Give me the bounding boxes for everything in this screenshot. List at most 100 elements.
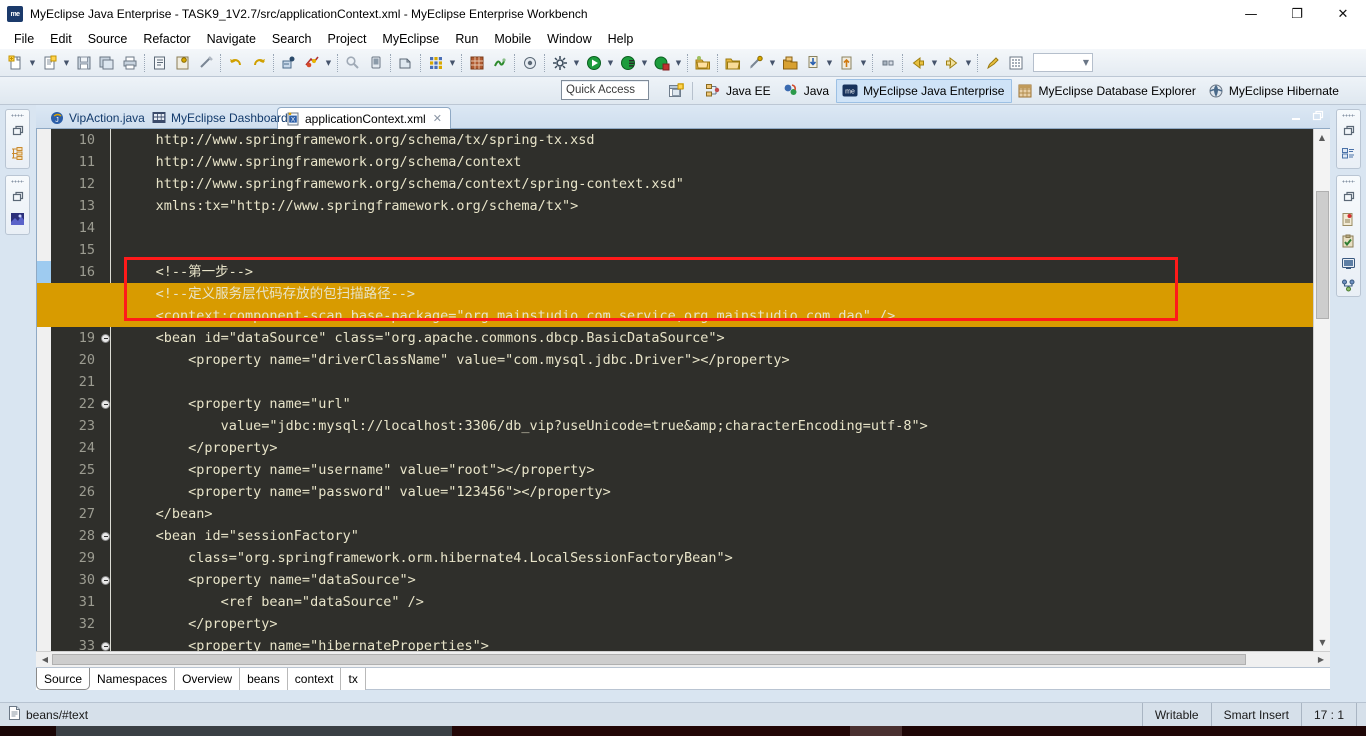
editor-tab-myeclipse-dashboard[interactable]: MyEclipse Dashboard (144, 107, 296, 129)
forward-nav-dropdown-icon[interactable]: ▼ (963, 51, 974, 75)
vertical-scroll-thumb[interactable] (1316, 191, 1329, 319)
open-resource-icon[interactable] (171, 51, 194, 75)
menu-window[interactable]: Window (539, 31, 599, 47)
perspective-myeclipse-database-explorer[interactable]: MyEclipse Database Explorer (1012, 79, 1202, 103)
code-line[interactable]: </property> (115, 437, 1330, 459)
minibar-grip[interactable] (11, 180, 24, 183)
outline-tree-icon[interactable] (1339, 143, 1359, 163)
editor-tab-vipaction-java[interactable]: J VipAction.java (42, 107, 153, 129)
menu-help[interactable]: Help (600, 31, 642, 47)
fold-collapse-icon[interactable] (101, 400, 110, 409)
package-open-icon[interactable] (778, 51, 801, 75)
code-line[interactable] (115, 239, 1330, 261)
save-icon[interactable] (72, 51, 95, 75)
code-editor[interactable]: 1011121314151617181920212223242526272829… (36, 129, 1330, 651)
editor-vertical-scrollbar[interactable]: ▲ ▼ (1313, 129, 1330, 651)
code-line[interactable] (115, 371, 1330, 393)
source-tab-tx[interactable]: tx (341, 668, 366, 690)
scroll-down-icon[interactable]: ▼ (1314, 634, 1330, 651)
fold-collapse-icon[interactable] (101, 334, 110, 343)
scroll-left-icon[interactable]: ◀ (38, 655, 52, 664)
code-line[interactable]: <property name="hibernateProperties"> (115, 635, 1330, 651)
console-icon[interactable] (1339, 253, 1359, 273)
code-line[interactable] (115, 217, 1330, 239)
minimize-window-icon[interactable]: — (1228, 0, 1274, 28)
save-all-icon[interactable] (95, 51, 118, 75)
horizontal-scroll-thumb[interactable] (52, 654, 1246, 665)
external-tools-icon[interactable] (548, 51, 571, 75)
minibar-grip[interactable] (11, 114, 24, 117)
code-line[interactable]: <!--定义服务层代码存放的包扫描路径--> (115, 283, 1330, 305)
terminal-icon[interactable] (364, 51, 387, 75)
scroll-up-icon[interactable]: ▲ (1314, 129, 1330, 146)
code-line[interactable]: <bean id="dataSource" class="org.apache.… (115, 327, 1330, 349)
restore-icon[interactable] (1339, 121, 1359, 141)
pin-edit-icon[interactable] (744, 51, 767, 75)
snippets-icon[interactable] (1339, 209, 1359, 229)
perspective-myeclipse-hibernate[interactable]: MyEclipse Hibernate (1203, 79, 1346, 103)
close-window-icon[interactable]: ✕ (1320, 0, 1366, 28)
tasks-icon[interactable] (1339, 231, 1359, 251)
code-line[interactable]: value="jdbc:mysql://localhost:3306/db_vi… (115, 415, 1330, 437)
code-line[interactable]: class="org.springframework.orm.hibernate… (115, 547, 1330, 569)
validate-icon[interactable] (518, 51, 541, 75)
print-icon[interactable] (118, 51, 141, 75)
restore-icon[interactable] (8, 121, 28, 141)
open-folder-icon[interactable] (721, 51, 744, 75)
quick-access-input[interactable]: Quick Access (561, 80, 649, 100)
maximize-editor-icon[interactable] (1308, 106, 1328, 126)
hibernate-icon[interactable] (488, 51, 511, 75)
menu-refactor[interactable]: Refactor (135, 31, 198, 47)
open-type-icon[interactable] (148, 51, 171, 75)
perspective-java[interactable]: Java (778, 79, 836, 103)
code-text[interactable]: http://www.springframework.org/schema/tx… (37, 129, 1330, 651)
perspective-grid-dropdown-icon[interactable]: ▼ (447, 51, 458, 75)
search-tool-icon[interactable] (341, 51, 364, 75)
new-wizard-dropdown-icon[interactable]: ▼ (27, 51, 38, 75)
minibar-grip[interactable] (1342, 114, 1355, 117)
database-icon[interactable] (465, 51, 488, 75)
code-line[interactable]: <property name="dataSource"> (115, 569, 1330, 591)
back-nav-dropdown-icon[interactable]: ▼ (929, 51, 940, 75)
perspective-myeclipse-java-enterprise[interactable]: me MyEclipse Java Enterprise (836, 79, 1013, 103)
run-server-dropdown-icon[interactable]: ▼ (323, 51, 334, 75)
redo-icon[interactable] (247, 51, 270, 75)
code-line[interactable]: </property> (115, 613, 1330, 635)
fold-collapse-icon[interactable] (101, 642, 110, 651)
perspective-grid-icon[interactable] (424, 51, 447, 75)
open-wizard-icon[interactable] (691, 51, 714, 75)
debug-dropdown-icon[interactable]: ▼ (639, 51, 650, 75)
menu-mobile[interactable]: Mobile (486, 31, 539, 47)
outline-view-icon[interactable] (8, 209, 28, 229)
new-project-icon[interactable] (38, 51, 61, 75)
menu-project[interactable]: Project (320, 31, 375, 47)
minibar-grip[interactable] (1342, 180, 1355, 183)
download-icon[interactable] (801, 51, 824, 75)
toolbar-combo[interactable]: ▼ (1033, 53, 1093, 72)
open-perspective-icon[interactable] (666, 81, 686, 101)
download-dropdown-icon[interactable]: ▼ (824, 51, 835, 75)
fold-collapse-icon[interactable] (101, 576, 110, 585)
code-line[interactable]: <property name="driverClassName" value="… (115, 349, 1330, 371)
editor-horizontal-scrollbar[interactable]: ◀ ▶ (36, 651, 1330, 667)
code-line[interactable]: <bean id="sessionFactory" (115, 525, 1330, 547)
restore-icon[interactable] (1339, 187, 1359, 207)
undo-icon[interactable] (224, 51, 247, 75)
debug-icon[interactable] (616, 51, 639, 75)
code-line[interactable]: <!--第一步--> (115, 261, 1330, 283)
upload-note-dropdown-icon[interactable]: ▼ (858, 51, 869, 75)
close-tab-icon[interactable]: ✕ (433, 112, 442, 125)
perspective-java-ee[interactable]: Java EE (700, 79, 778, 103)
link-editor-icon[interactable] (194, 51, 217, 75)
menu-edit[interactable]: Edit (42, 31, 80, 47)
pin-edit-dropdown-icon[interactable]: ▼ (767, 51, 778, 75)
source-tab-context[interactable]: context (287, 668, 342, 690)
menu-run[interactable]: Run (447, 31, 486, 47)
code-line[interactable]: xmlns:tx="http://www.springframework.org… (115, 195, 1330, 217)
source-tab-namespaces[interactable]: Namespaces (90, 668, 176, 690)
upload-note-icon[interactable] (835, 51, 858, 75)
run-dropdown-icon[interactable]: ▼ (605, 51, 616, 75)
package-explorer-icon[interactable] (8, 143, 28, 163)
keypad-tool-icon[interactable] (1004, 51, 1027, 75)
minimize-editor-icon[interactable] (1286, 106, 1306, 126)
